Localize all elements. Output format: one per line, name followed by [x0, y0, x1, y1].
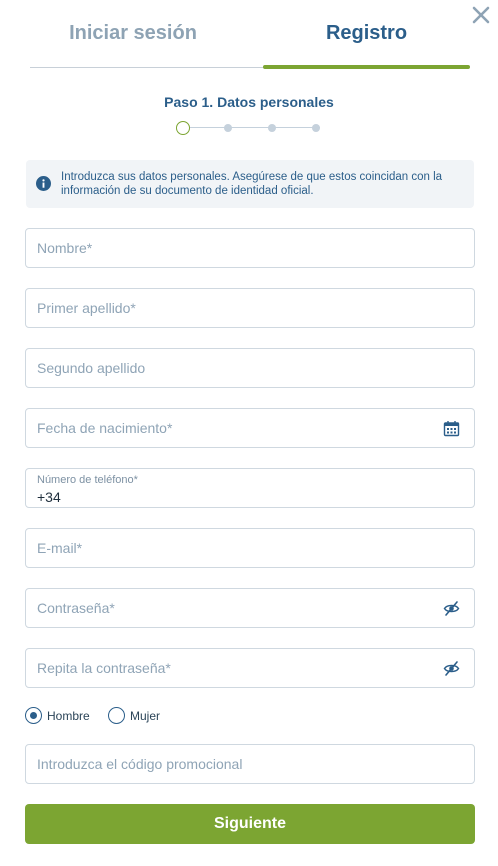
close-button[interactable] — [470, 4, 492, 26]
last-name-field[interactable]: Primer apellido* — [25, 288, 475, 328]
info-notice: Introduzca sus datos personales. Asegúre… — [26, 160, 474, 208]
password-repeat-placeholder: Repita la contraseña* — [37, 660, 171, 676]
password-field[interactable]: Contraseña* — [25, 588, 475, 628]
step-title: Paso 1. Datos personales — [164, 94, 334, 110]
phone-prefix-value: +34 — [37, 489, 61, 505]
active-tab-indicator — [263, 65, 470, 69]
info-icon — [36, 176, 51, 191]
second-last-name-placeholder: Segundo apellido — [37, 360, 146, 376]
calendar-icon[interactable] — [443, 420, 460, 437]
last-name-placeholder: Primer apellido* — [37, 300, 136, 316]
step-indicator — [312, 124, 320, 132]
second-last-name-field[interactable]: Segundo apellido — [25, 348, 475, 388]
gender-label-male: Hombre — [47, 709, 90, 723]
phone-field[interactable]: Número de teléfono* +34 — [25, 468, 475, 508]
password-placeholder: Contraseña* — [37, 600, 115, 616]
first-name-placeholder: Nombre* — [37, 240, 93, 256]
step-indicator — [224, 124, 232, 132]
tab-divider — [30, 67, 264, 68]
promo-code-field[interactable]: Introduzca el código promocional — [25, 744, 475, 784]
password-repeat-field[interactable]: Repita la contraseña* — [25, 648, 475, 688]
email-field[interactable]: E-mail* — [25, 528, 475, 568]
step-progress — [176, 120, 326, 136]
auth-tabs: Iniciar sesión Registro — [30, 0, 470, 70]
birth-date-placeholder: Fecha de nacimiento* — [37, 420, 173, 436]
tab-login[interactable]: Iniciar sesión — [30, 22, 236, 45]
gender-radio-group: Hombre Mujer — [25, 706, 325, 726]
phone-label: Número de teléfono* — [37, 474, 138, 486]
radio-checked — [25, 707, 42, 724]
eye-slash-icon[interactable] — [443, 660, 460, 677]
promo-code-placeholder: Introduzca el código promocional — [37, 756, 243, 772]
close-icon — [472, 6, 490, 24]
info-text: Introduzca sus datos personales. Asegúre… — [61, 171, 443, 197]
step-indicator — [268, 124, 276, 132]
first-name-field[interactable]: Nombre* — [25, 228, 475, 268]
tab-register[interactable]: Registro — [263, 22, 470, 45]
radio-unchecked — [108, 707, 125, 724]
eye-slash-icon[interactable] — [443, 600, 460, 617]
email-placeholder: E-mail* — [37, 540, 83, 556]
birth-date-field[interactable]: Fecha de nacimiento* — [25, 408, 475, 448]
next-button[interactable]: Siguiente — [25, 804, 475, 844]
step-indicator-current — [176, 121, 190, 135]
gender-label-female: Mujer — [130, 709, 161, 723]
step-connector — [190, 127, 320, 128]
